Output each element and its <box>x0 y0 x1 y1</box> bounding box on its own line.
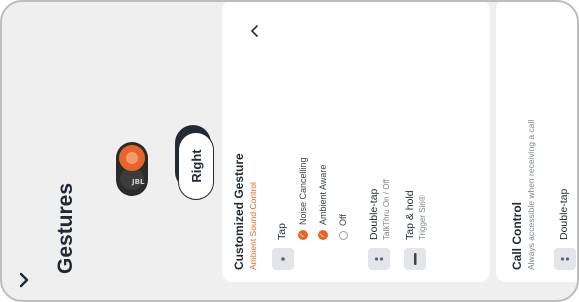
double-tap-gesture-icon <box>368 248 390 270</box>
tap-gesture-icon <box>272 248 294 270</box>
tap-hold-subtitle: Trigger Siri® <box>418 195 427 240</box>
option-noise-cancelling[interactable]: ✓ Noise Cancelling <box>298 157 308 240</box>
radio-unchecked-icon <box>338 231 348 240</box>
app-frame: Gestures JBL Left Right Customized Gestu… <box>0 0 579 302</box>
call-double-tap-label: Double-tap <box>558 188 570 240</box>
back-button[interactable] <box>12 268 36 292</box>
tap-hold-gesture-icon <box>404 248 426 270</box>
call-control-subtitle: Always accessible when receiving a call <box>526 119 536 270</box>
option-label: Off <box>338 214 348 226</box>
right-earbud-button[interactable]: Right <box>178 132 214 200</box>
card-title: Customized Gesture <box>232 153 246 270</box>
double-tap-subtitle: TalkThru On / Off <box>382 179 391 240</box>
card-subtitle: Ambient Sound Control <box>248 182 258 270</box>
option-label: Ambient Aware <box>318 164 328 225</box>
option-label: Noise Cancelling <box>298 157 308 225</box>
double-tap-label: Double-tap <box>368 188 380 240</box>
svg-text:JBL: JBL <box>131 178 145 186</box>
expand-button[interactable] <box>246 24 264 38</box>
customized-gesture-card: Customized Gesture Ambient Sound Control… <box>222 0 490 282</box>
call-control-title: Call Control <box>510 202 524 270</box>
call-control-card: Call Control Always accessible when rece… <box>496 0 579 282</box>
tap-hold-label: Tap & hold <box>404 190 416 240</box>
check-icon: ✓ <box>318 230 328 240</box>
option-off[interactable]: Off <box>338 214 348 240</box>
option-ambient-aware[interactable]: ✓ Ambient Aware <box>318 165 328 240</box>
check-icon: ✓ <box>298 230 308 240</box>
chevron-up-icon <box>251 25 258 37</box>
call-double-tap-icon <box>554 248 576 270</box>
gestures-screen: Gestures JBL Left Right Customized Gestu… <box>0 0 579 302</box>
page-title: Gestures <box>54 182 77 274</box>
chevron-down-icon <box>19 272 29 288</box>
earbud-icon: JBL <box>110 136 156 200</box>
tap-label: Tap <box>276 223 288 240</box>
